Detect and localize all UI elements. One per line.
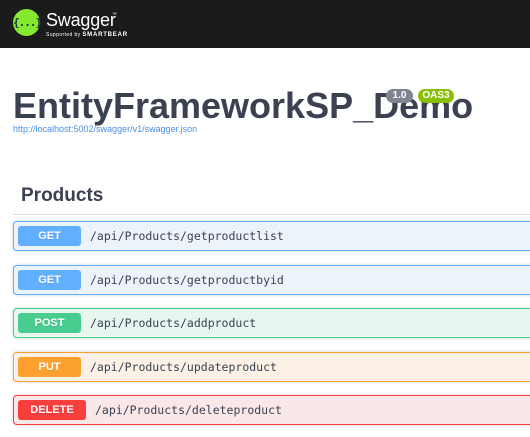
operation-path: /api/Products/addproduct bbox=[90, 316, 257, 330]
operation-path: /api/Products/deleteproduct bbox=[95, 403, 282, 417]
spec-url-link[interactable]: http://localhost:5002/swagger/v1/swagger… bbox=[13, 124, 197, 134]
version-badge: 1.0 bbox=[386, 89, 413, 103]
swagger-logo-icon[interactable]: {...} bbox=[13, 9, 42, 36]
supported-by-text: Supported by SMARTBEAR bbox=[46, 32, 128, 39]
method-badge-delete: DELETE bbox=[18, 400, 86, 420]
method-badge-put: PUT bbox=[18, 357, 81, 377]
operation-path: /api/Products/updateproduct bbox=[90, 360, 277, 374]
operation-path: /api/Products/getproductlist bbox=[90, 229, 284, 243]
smartbear-brand: SMARTBEAR bbox=[82, 32, 128, 38]
products-section-title[interactable]: Products bbox=[21, 184, 103, 208]
operation-post-addproduct[interactable]: POST /api/Products/addproduct bbox=[13, 308, 530, 338]
operation-get-productbyid[interactable]: GET /api/Products/getproductbyid bbox=[13, 265, 530, 295]
supported-by-prefix: Supported by bbox=[46, 32, 81, 38]
operation-delete-deleteproduct[interactable]: DELETE /api/Products/deleteproduct bbox=[13, 395, 530, 425]
oas-badge: OAS3 bbox=[418, 89, 454, 103]
operation-get-productlist[interactable]: GET /api/Products/getproductlist bbox=[13, 221, 530, 251]
trademark-mark: ™ bbox=[112, 12, 117, 18]
method-badge-get: GET bbox=[18, 226, 81, 246]
operation-path: /api/Products/getproductbyid bbox=[90, 273, 284, 287]
operation-put-updateproduct[interactable]: PUT /api/Products/updateproduct bbox=[13, 352, 530, 382]
method-badge-post: POST bbox=[18, 313, 81, 333]
swagger-logo-text[interactable]: Swagger bbox=[46, 10, 116, 30]
method-badge-get: GET bbox=[18, 270, 81, 290]
top-bar: {...} Swagger ™ Supported by SMARTBEAR bbox=[0, 0, 530, 48]
section-divider bbox=[13, 214, 530, 215]
